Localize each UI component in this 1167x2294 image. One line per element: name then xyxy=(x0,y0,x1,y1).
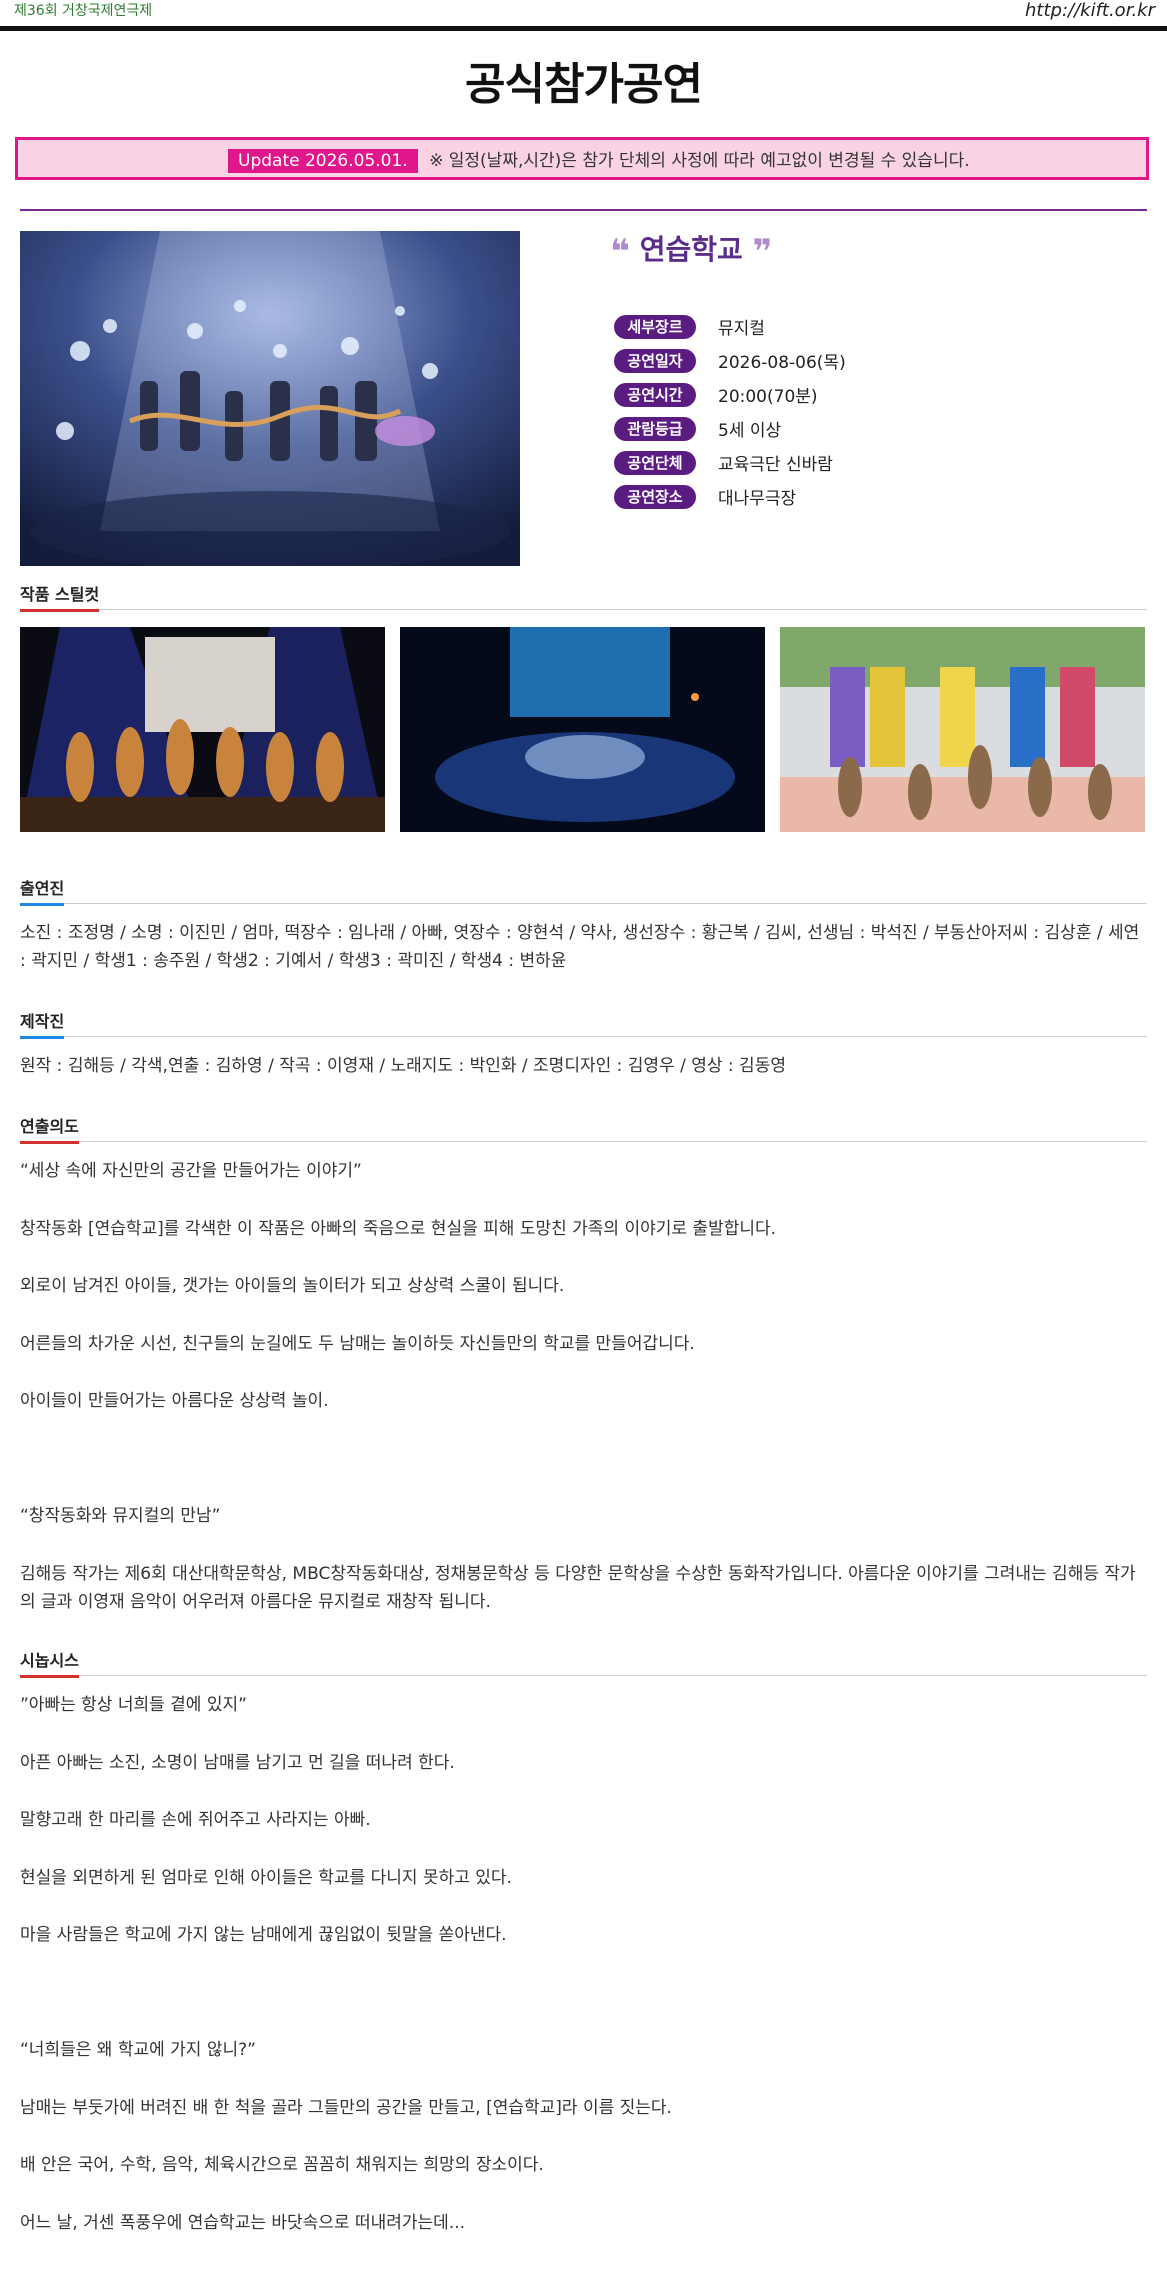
info-value: 20:00(70분) xyxy=(718,387,818,407)
info-row-date: 공연일자 2026-08-06(목) xyxy=(614,348,846,374)
performance-main-photo xyxy=(20,231,520,566)
synopsis-paragraph: 남매는 부둣가에 버려진 배 한 척을 골라 그들만의 공간을 만들고, [연습… xyxy=(20,2098,672,2118)
synopsis-heading: 시놉시스 xyxy=(20,1645,1147,1678)
still-photo-2[interactable] xyxy=(400,627,765,832)
top-bar: 제36회 거창국제연극제 http://kift.or.kr xyxy=(0,0,1167,28)
info-row-time: 공연시간 20:00(70분) xyxy=(614,382,818,408)
synopsis-paragraph: 마을 사람들은 학교에 가지 않는 남매에게 끊임없이 뒷말을 쏟아낸다. xyxy=(20,1925,507,1945)
info-label: 세부장르 xyxy=(614,314,696,339)
synopsis-heading-text: 시놉시스 xyxy=(20,1647,79,1678)
info-label: 관람등급 xyxy=(614,416,696,441)
cast-heading: 출연진 xyxy=(20,873,1147,906)
synopsis-paragraph: ”아빠는 항상 너희들 곁에 있지” xyxy=(20,1695,247,1715)
info-row-rating: 관람등급 5세 이상 xyxy=(614,416,781,442)
synopsis-paragraph: 아픈 아빠는 소진, 소명이 남매를 남기고 먼 길을 떠나려 한다. xyxy=(20,1753,455,1773)
direction-paragraph: “창작동화와 뮤지컬의 만남” xyxy=(20,1506,221,1526)
quote-open-icon: ❝ xyxy=(610,232,630,272)
info-value: 대나무극장 xyxy=(718,489,797,509)
info-value: 2026-08-06(목) xyxy=(718,353,846,373)
info-value: 뮤지컬 xyxy=(718,319,765,339)
update-badge: Update 2026.05.01. xyxy=(228,149,418,173)
direction-heading: 연출의도 xyxy=(20,1111,1147,1144)
stills-heading: 작품 스틸컷 xyxy=(20,579,1147,612)
crew-text: 원작 : 김해등 / 각색,연출 : 김하영 / 작곡 : 이영재 / 노래지도… xyxy=(20,1056,786,1076)
info-row-venue: 공연장소 대나무극장 xyxy=(614,484,796,510)
still-photo-1[interactable] xyxy=(20,627,385,832)
stills-heading-text: 작품 스틸컷 xyxy=(20,581,100,612)
festival-name[interactable]: 제36회 거창국제연극제 xyxy=(14,0,152,20)
info-value: 5세 이상 xyxy=(718,421,782,441)
direction-paragraph: 외로이 남겨진 아이들, 갯가는 아이들의 놀이터가 되고 상상력 스쿨이 됩니… xyxy=(20,1276,565,1296)
direction-paragraph: 창작동화 [연습학교]를 각색한 이 작품은 아빠의 죽음으로 현실을 피해 도… xyxy=(20,1219,777,1239)
info-row-genre: 세부장르 뮤지컬 xyxy=(614,314,765,340)
info-label: 공연장소 xyxy=(614,484,696,509)
direction-paragraph: “세상 속에 자신만의 공간을 만들어가는 이야기” xyxy=(20,1161,362,1181)
site-url[interactable]: http://kift.or.kr xyxy=(1025,0,1155,21)
synopsis-paragraph: “너희들은 왜 학교에 가지 않니?” xyxy=(20,2040,256,2060)
quote-close-icon: ❞ xyxy=(752,232,773,272)
synopsis-paragraph: 현실을 외면하게 된 엄마로 인해 아이들은 학교를 다니지 못하고 있다. xyxy=(20,1868,512,1888)
info-label: 공연단체 xyxy=(614,450,696,475)
direction-paragraph: 김해등 작가는 제6회 대산대학문학상, MBC창작동화대상, 정채봉문학상 등… xyxy=(20,1564,1136,1612)
direction-paragraph: 아이들이 만들어가는 아름다운 상상력 놀이. xyxy=(20,1391,329,1411)
info-label: 공연일자 xyxy=(614,348,696,373)
cast-text: 소진 : 조정명 / 소명 : 이진민 / 엄마, 떡장수 : 임나래 / 아빠… xyxy=(20,923,1140,971)
cast-heading-text: 출연진 xyxy=(20,875,65,906)
direction-paragraph: 어른들의 차가운 시선, 친구들의 눈길에도 두 남매는 놀이하듯 자신들만의 … xyxy=(20,1334,695,1354)
crew-heading: 제작진 xyxy=(20,1006,1147,1039)
crew-heading-text: 제작진 xyxy=(20,1008,65,1039)
info-value: 교육극단 신바람 xyxy=(718,455,833,475)
stills-gallery xyxy=(20,627,1147,832)
still-photo-3[interactable] xyxy=(780,627,1145,832)
notice-text: ※ 일정(날짜,시간)은 참가 단체의 사정에 따라 예고없이 변경될 수 있습… xyxy=(429,151,970,171)
info-row-company: 공연단체 교육극단 신바람 xyxy=(614,450,833,476)
direction-heading-text: 연출의도 xyxy=(20,1113,79,1144)
performance-title-text: 연습학교 xyxy=(639,233,743,266)
page-title: 공식참가공연 xyxy=(465,59,703,110)
header-divider xyxy=(0,26,1167,31)
synopsis-paragraph: 어느 날, 거센 폭풍우에 연습학교는 바닷속으로 떠내려가는데... xyxy=(20,2213,466,2233)
performance-title: ❝ 연습학교 ❞ xyxy=(610,228,772,272)
synopsis-paragraph: 말향고래 한 마리를 손에 쥐어주고 사라지는 아빠. xyxy=(20,1810,371,1830)
synopsis-paragraph: 배 안은 국어, 수학, 음악, 체육시간으로 꼼꼼히 채워지는 희망의 장소이… xyxy=(20,2155,544,2175)
update-notice: Update 2026.05.01. ※ 일정(날짜,시간)은 참가 단체의 사… xyxy=(15,137,1149,180)
info-label: 공연시간 xyxy=(614,382,696,407)
section-divider xyxy=(20,209,1147,211)
